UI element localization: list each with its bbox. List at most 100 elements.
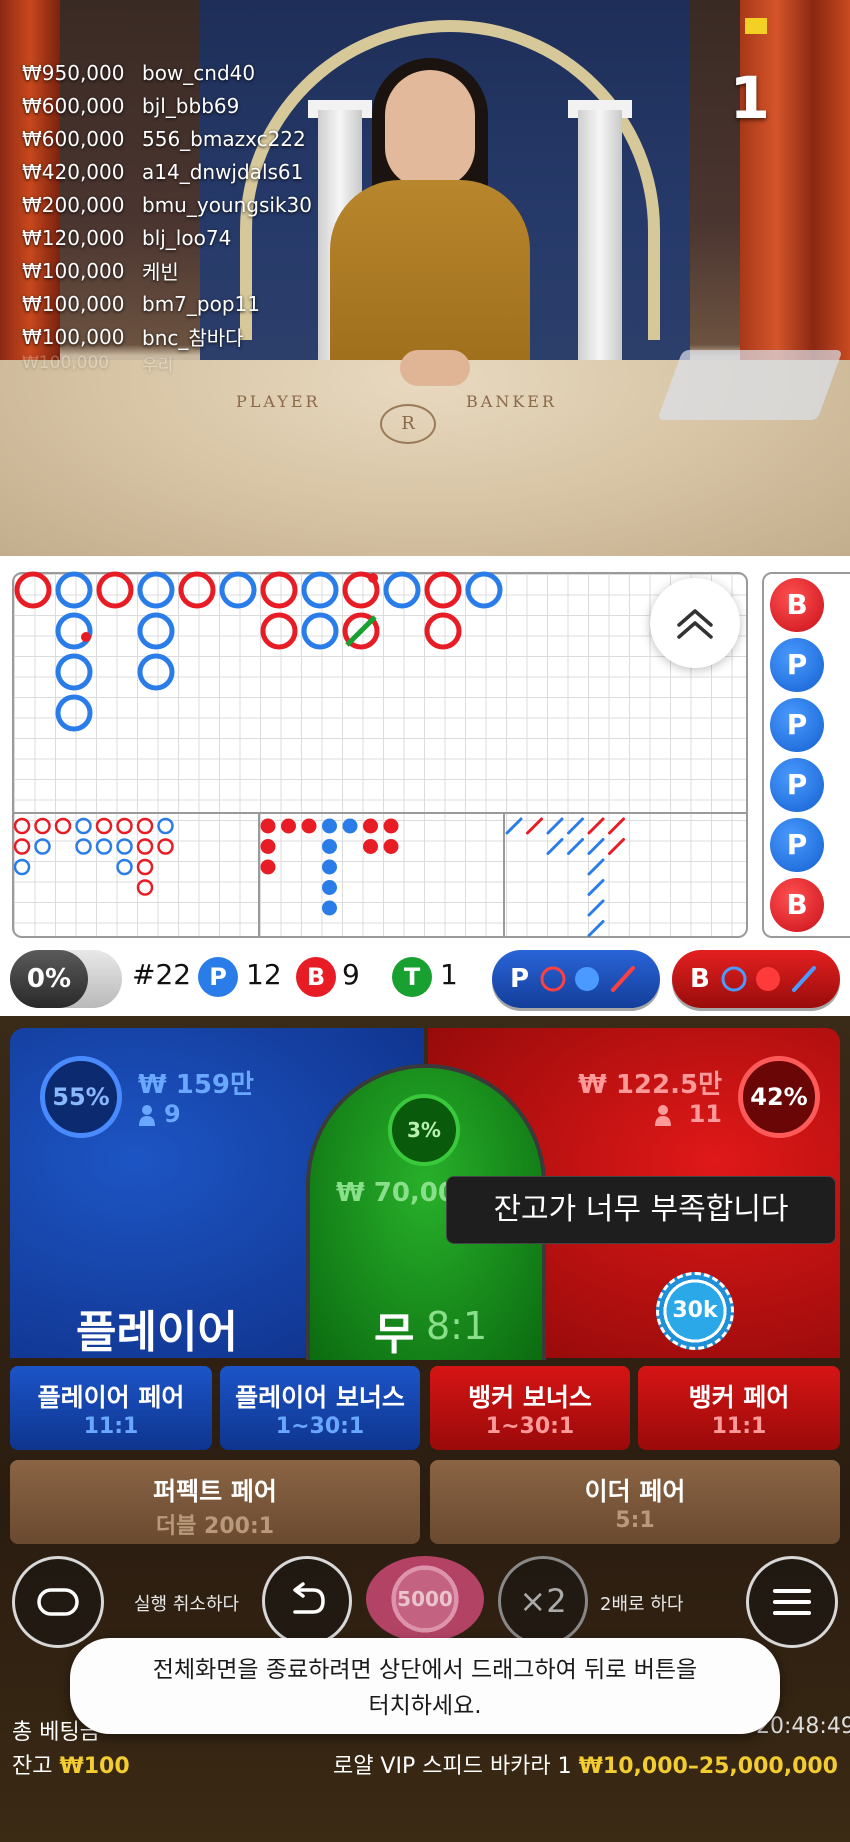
percent-toggle[interactable]: 0% — [10, 950, 122, 1008]
placed-chip: 30k — [656, 1272, 734, 1350]
player-count: 12 — [246, 958, 282, 991]
winner-amount: ₩600,000 — [22, 93, 125, 118]
cockroach-mark — [587, 879, 605, 896]
winner-username: 556_bmazxc222 — [142, 126, 306, 151]
dealer-head — [385, 70, 475, 188]
toast-line: 전체화면을 종료하려면 상단에서 드래그하여 뒤로 버튼을 — [152, 1657, 698, 1683]
big-road-mark — [301, 571, 339, 609]
felt-logo: R — [380, 404, 436, 444]
either-pair-bet[interactable]: 이더 페어 5:1 — [430, 1460, 840, 1544]
pair-bet-title: 이더 페어 — [584, 1477, 686, 1506]
banker-bonus-bet[interactable]: 뱅커 보너스 1~30:1 — [430, 1366, 630, 1450]
big-road-mark — [96, 571, 134, 609]
banker-predict-button[interactable]: B — [672, 950, 840, 1008]
banker-count-icon: B — [296, 957, 336, 997]
dealer-hands — [400, 350, 470, 386]
winner-amount: ₩100,000 — [22, 353, 110, 373]
curtain-right — [740, 0, 850, 380]
big-road-mark — [55, 653, 93, 691]
table-name: 로얄 VIP 스피드 바카라 1 — [332, 1754, 572, 1779]
banker-percent: 42% — [738, 1056, 820, 1138]
perfect-pair-bet[interactable]: 퍼펙트 페어 더블 200:1 — [10, 1460, 420, 1544]
winner-row: ₩100,000 bnc_참바다 — [22, 320, 312, 353]
cockroach-mark — [587, 858, 605, 876]
banker-bettor-count: 11 — [688, 1100, 722, 1128]
big-road-mark — [219, 571, 257, 609]
big-road-mark — [301, 612, 339, 650]
big-eye-mark — [136, 838, 154, 855]
bead-road-mark: P — [770, 818, 824, 872]
banker-count: 9 — [342, 958, 360, 991]
big-eye-mark — [95, 817, 113, 835]
cockroach-mark — [567, 838, 584, 855]
pair-bet-odds: 5:1 — [615, 1508, 655, 1533]
player-bet-title: 플레이어 — [76, 1307, 238, 1358]
double-symbol: ×2 — [519, 1582, 567, 1620]
winner-row: ₩120,000 blj_loo74 — [22, 221, 312, 254]
live-video: PLAYER BANKER R 1 ₩950,000 bow_cnd40 ₩600,… — [0, 0, 850, 556]
undo-button[interactable] — [262, 1556, 352, 1646]
app-root: PLAYER BANKER R 1 ₩950,000 bow_cnd40 ₩600,… — [0, 0, 850, 1842]
winner-amount: ₩200,000 — [22, 192, 125, 217]
chip-value: 5000 — [397, 1587, 453, 1611]
player-pair-bet[interactable]: 플레이어 페어 11:1 — [10, 1366, 212, 1450]
cockroach-mark — [526, 817, 543, 835]
cockroach-mark — [608, 817, 625, 835]
winner-row: ₩100,000 케빈 — [22, 254, 312, 287]
table-info: 로얄 VIP 스피드 바카라 1 ₩10,000–25,000,000 — [333, 1748, 838, 1780]
felt-player-label: PLAYER — [236, 392, 321, 411]
big-eye-mark — [157, 817, 174, 835]
menu-button[interactable] — [746, 1556, 838, 1648]
big-eye-mark — [95, 838, 113, 855]
small-road-mark — [260, 859, 276, 875]
predict-label: B — [690, 964, 710, 994]
player-bettor-count: 9 — [164, 1100, 181, 1128]
side-bet-title: 뱅커 페어 — [688, 1383, 790, 1412]
player-count-icon: P — [198, 957, 238, 997]
tie-percent: 3% — [388, 1094, 460, 1166]
tie-bet-total: ₩ 70,00 — [336, 1178, 456, 1208]
small-road-mark — [281, 818, 296, 834]
side-bet-odds: 1~30:1 — [275, 1414, 365, 1439]
balance-label: 잔고 — [12, 1754, 53, 1779]
player-percent: 55% — [40, 1056, 122, 1138]
winner-amount: ₩100,000 — [22, 258, 125, 283]
bead-road-mark: P — [770, 698, 824, 752]
pair-dot — [81, 632, 91, 642]
big-road-mark — [137, 571, 175, 609]
player-predict-button[interactable]: P — [492, 950, 660, 1008]
predict-marks-icon — [540, 966, 636, 992]
big-eye-mark — [13, 817, 31, 835]
cockroach-mark — [567, 817, 584, 835]
big-eye-mark — [116, 817, 133, 835]
bead-road-mark: P — [770, 638, 824, 692]
collapse-roadmap-button[interactable] — [650, 578, 740, 668]
percent-value: 0% — [10, 950, 88, 1008]
cockroach-mark — [546, 838, 564, 855]
predict-marks-icon — [721, 966, 816, 992]
banker-pair-bet[interactable]: 뱅커 페어 11:1 — [638, 1366, 840, 1450]
tie-odds: 8:1 — [426, 1304, 488, 1348]
big-road-mark — [260, 571, 298, 609]
winner-row: ₩420,000 a14_dnwjdals61 — [22, 155, 312, 188]
winner-row: ₩950,000 bow_cnd40 — [22, 56, 312, 89]
lobby-button[interactable] — [12, 1556, 104, 1648]
double-button[interactable]: ×2 — [498, 1556, 588, 1646]
felt-banker-label: BANKER — [466, 392, 557, 411]
bead-road[interactable]: BPPPPB — [762, 572, 850, 938]
winner-username: blj_loo74 — [142, 225, 232, 250]
selected-chip[interactable]: 5000 — [366, 1556, 484, 1642]
bet-limits: ₩10,000–25,000,000 — [578, 1754, 838, 1779]
roadmap-stats: 0% #22 P 12 B 9 T 1 P B — [0, 944, 850, 1014]
bead-road-mark: B — [770, 578, 824, 632]
pillar — [578, 110, 622, 370]
winner-row: ₩600,000 556_bmazxc222 — [22, 122, 312, 155]
undo-icon — [293, 1582, 325, 1614]
lobby-icon — [37, 1588, 79, 1616]
player-bonus-bet[interactable]: 플레이어 보너스 1~30:1 — [220, 1366, 420, 1450]
small-road-mark — [342, 818, 358, 834]
small-road-mark — [383, 839, 399, 854]
side-bet-odds: 11:1 — [711, 1414, 767, 1439]
menu-icon — [773, 1589, 811, 1615]
chevron-up-double-icon — [677, 609, 713, 639]
